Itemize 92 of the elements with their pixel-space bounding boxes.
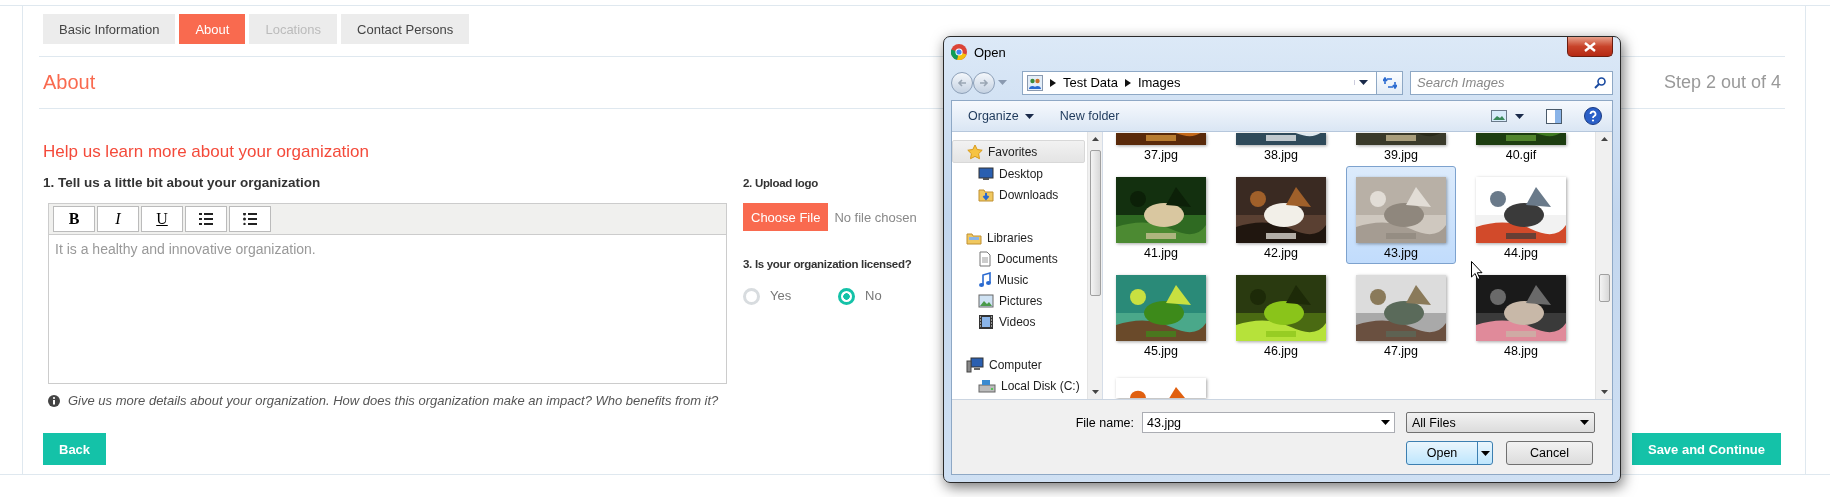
address-bar[interactable]: Test Data Images: [1022, 70, 1377, 95]
file-item[interactable]: 42.jpg: [1226, 166, 1336, 264]
organize-menu[interactable]: Organize: [962, 106, 1040, 126]
sidebar-item[interactable]: Local Disk (C:): [952, 375, 1087, 396]
breadcrumb-item[interactable]: Test Data: [1063, 75, 1118, 90]
italic-button[interactable]: I: [97, 206, 139, 232]
file-item[interactable]: 46.jpg: [1226, 264, 1336, 362]
bold-button[interactable]: B: [53, 206, 95, 232]
radio-button[interactable]: [838, 287, 855, 305]
tab[interactable]: Basic Information: [43, 14, 176, 44]
file-item[interactable]: 45.jpg: [1106, 264, 1216, 362]
radio-label: Yes: [770, 287, 792, 305]
cancel-button[interactable]: Cancel: [1506, 441, 1593, 465]
search-icon: [1594, 76, 1606, 89]
computer-icon: [966, 356, 984, 373]
file-status: No file chosen: [834, 209, 917, 225]
preview-pane-icon[interactable]: [1546, 108, 1562, 124]
disk-drive-icon: [978, 378, 996, 393]
file-item[interactable]: 41.jpg: [1106, 166, 1216, 264]
view-options-button[interactable]: [1491, 110, 1524, 122]
file-item[interactable]: 47.jpg: [1346, 264, 1456, 362]
close-button[interactable]: [1567, 37, 1613, 57]
document-icon: [978, 250, 992, 267]
underline-button[interactable]: U: [141, 206, 183, 232]
bulleted-list-icon: [243, 213, 257, 225]
file-item[interactable]: 38.jpg: [1226, 132, 1336, 166]
caret-icon: [1359, 80, 1368, 85]
caret-icon: [1515, 113, 1524, 119]
picture-icon: [978, 293, 994, 308]
numbered-list-icon: [199, 213, 213, 225]
file-type-dropdown[interactable]: All Files: [1406, 412, 1595, 433]
caret-icon: [1480, 450, 1490, 456]
sidebar-item[interactable]: Computer: [952, 354, 1087, 375]
caret-icon: [1381, 420, 1390, 425]
sidebar-item[interactable]: Desktop: [952, 163, 1087, 184]
help-icon[interactable]: [1584, 107, 1602, 125]
file-item[interactable]: 39.jpg: [1346, 132, 1456, 166]
caret-icon: [998, 80, 1007, 85]
folder-icon: [978, 186, 994, 203]
field-label: 2. Upload logo: [743, 176, 819, 191]
new-folder-button[interactable]: New folder: [1053, 106, 1126, 126]
film-icon: [978, 313, 994, 330]
radio-button[interactable]: [743, 287, 760, 305]
text-editor[interactable]: B I U It is a healthy and innovative organization.: [48, 203, 727, 384]
info-icon: [48, 395, 60, 407]
bulleted-list-button[interactable]: [229, 206, 271, 232]
arrow-icon: [1124, 78, 1131, 87]
numbered-list-button[interactable]: [185, 206, 227, 232]
file-item[interactable]: 44.jpg: [1466, 166, 1576, 264]
file-item[interactable]: 43.jpg: [1346, 166, 1456, 264]
cursor-icon: [1471, 261, 1483, 280]
search-field[interactable]: Search Images: [1410, 70, 1613, 95]
step-indicator: Step 2 out of 4: [1663, 72, 1781, 93]
file-item[interactable]: 40.gif: [1466, 132, 1576, 166]
field-label: File name:: [1074, 415, 1134, 430]
sidebar-item[interactable]: Downloads: [952, 184, 1087, 205]
close-icon: [1584, 41, 1596, 52]
music-note-icon: [978, 271, 992, 288]
section-title: About: [43, 71, 96, 94]
file-item[interactable]: 48.jpg: [1466, 264, 1576, 362]
caret-icon: [1024, 113, 1034, 119]
refresh-button[interactable]: [1377, 70, 1403, 95]
arrow-icon: [1050, 78, 1056, 87]
forward-arrow-icon: [979, 78, 989, 87]
sidebar-item[interactable]: Pictures: [952, 290, 1087, 311]
sidebar-item[interactable]: Libraries: [952, 227, 1087, 248]
hint-text: Give us more details about your organization. How does this organization make an impact? Who benefits from it?: [68, 392, 719, 410]
sidebar-item[interactable]: Documents: [952, 248, 1087, 269]
scroll-thumb[interactable]: [1598, 274, 1610, 302]
round-app-icon: [951, 44, 967, 60]
tab[interactable]: Contact Persons: [341, 14, 470, 44]
section-heading: Help us learn more about your organization: [43, 141, 370, 163]
field-label: 1. Tell us a little bit about your organization: [43, 174, 321, 192]
back-arrow-icon: [957, 78, 967, 87]
dialog-title: Open: [974, 44, 1006, 60]
scroll-thumb[interactable]: [1089, 150, 1101, 296]
open-button[interactable]: Open: [1406, 441, 1493, 465]
sidebar-item[interactable]: Videos: [952, 311, 1087, 332]
radio-label: No: [865, 287, 882, 305]
star-icon: [967, 143, 983, 160]
sidebar-item[interactable]: Music: [952, 269, 1087, 290]
breadcrumb-item[interactable]: Images: [1137, 75, 1181, 90]
sidebar-item[interactable]: Favorites: [952, 140, 1085, 163]
refresh-icon: [1382, 76, 1397, 89]
caret-icon: [1580, 420, 1589, 425]
people-folder-icon: [1027, 74, 1043, 91]
file-item[interactable]: 37.jpg: [1106, 132, 1216, 166]
field-label: 3. Is your organization licensed?: [743, 257, 912, 272]
file-name-field[interactable]: 43.jpg: [1142, 412, 1395, 433]
scroll-bar[interactable]: [1087, 132, 1102, 399]
scroll-bar[interactable]: [1595, 132, 1612, 399]
monitor-icon: [978, 166, 994, 181]
